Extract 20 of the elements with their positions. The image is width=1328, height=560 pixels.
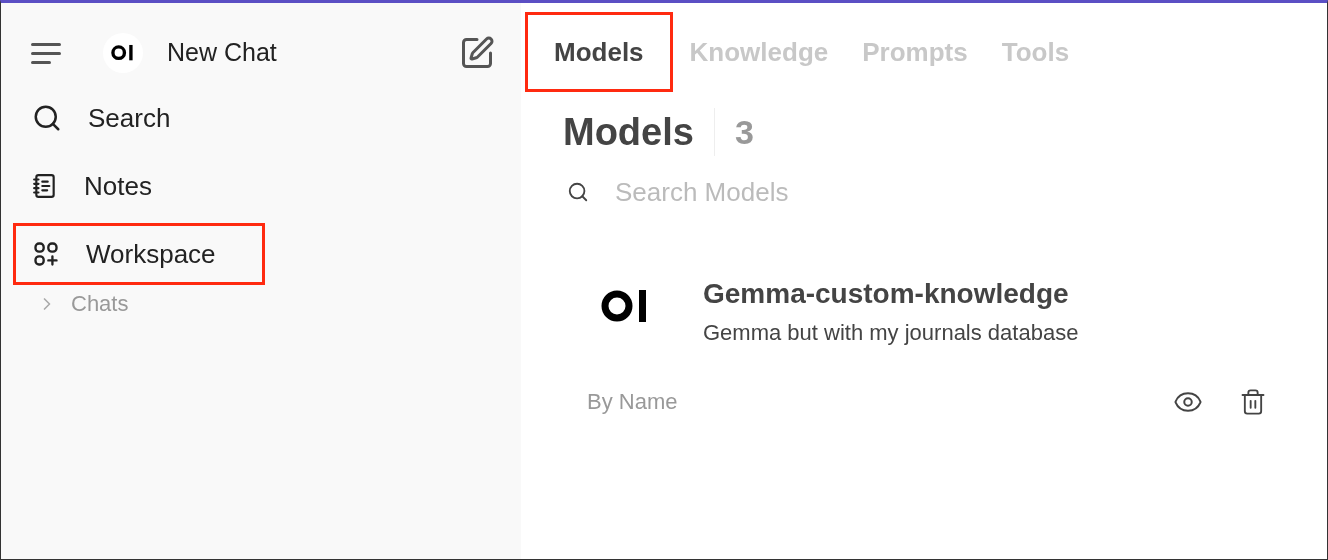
search-icon: [32, 103, 62, 133]
logo-icon: [111, 44, 135, 62]
tab[interactable]: Models: [525, 12, 673, 92]
sidebar-item[interactable]: Workspace: [13, 223, 265, 285]
delete-button[interactable]: [1239, 387, 1267, 416]
model-card[interactable]: Gemma-custom-knowledge Gemma but with my journals database: [601, 276, 1287, 349]
grid-plus-icon: [32, 240, 60, 268]
sidebar-item[interactable]: Search: [13, 87, 265, 149]
sidebar-item[interactable]: Notes: [13, 155, 265, 217]
new-chat-title[interactable]: New Chat: [167, 34, 277, 72]
edit-icon[interactable]: [459, 35, 495, 71]
model-count: 3: [734, 111, 754, 153]
search-field[interactable]: Search Models: [615, 172, 935, 212]
trash-icon: [1239, 387, 1267, 416]
model-name: Gemma-custom-knowledge: [703, 277, 1070, 311]
page-title: Models: [563, 109, 694, 155]
search-icon: [567, 181, 589, 203]
model-description: Gemma but with my journals database: [703, 319, 1079, 347]
model-author: By Name: [587, 388, 678, 416]
note-icon: [32, 173, 58, 199]
